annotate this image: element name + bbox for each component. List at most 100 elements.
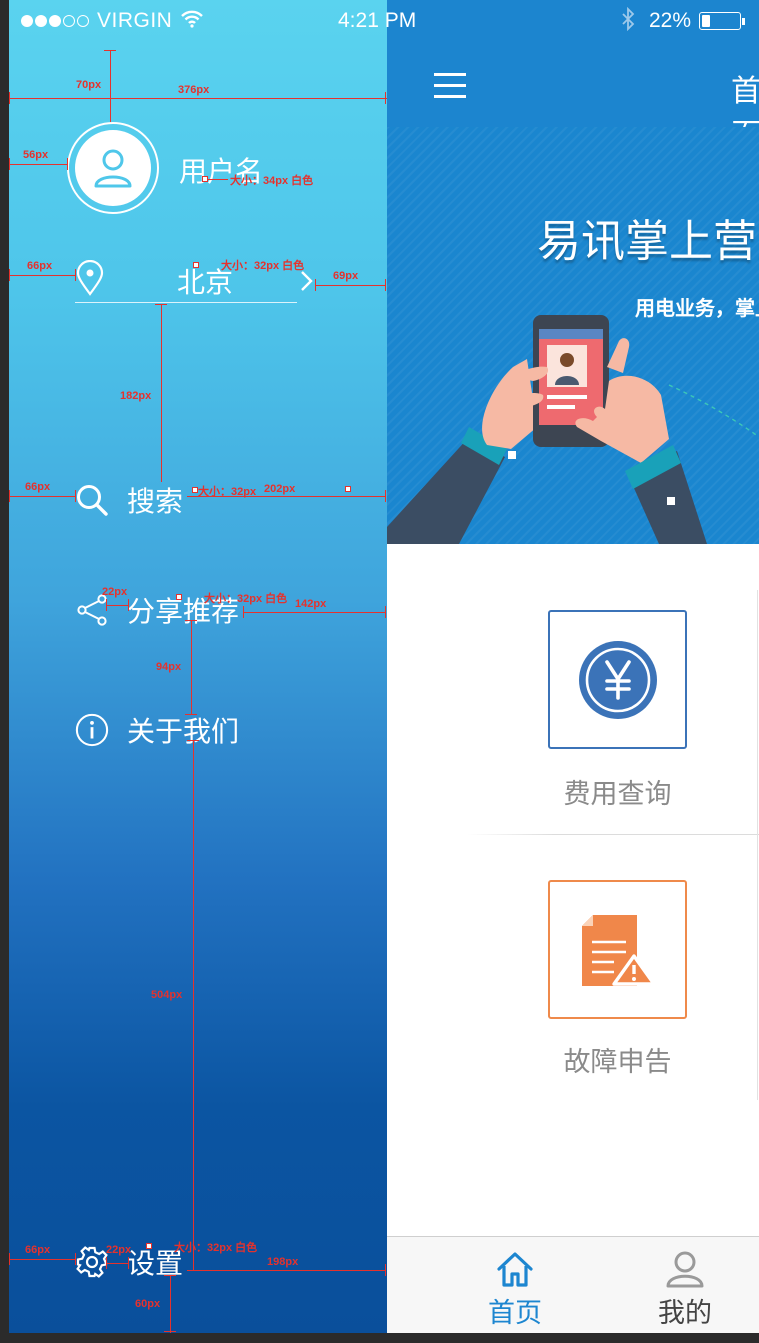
fault-report-icon [582, 915, 656, 986]
side-drawer: VIRGIN 用户名 北京 搜索 分享推荐 关于我们 设置 70px 376px… [9, 0, 387, 1333]
annotation-tick [385, 1264, 386, 1276]
fault-report-button[interactable] [548, 880, 687, 1019]
home-screen: 22% 首页 易讯掌上营业厅 用电业务，掌上办理 [387, 0, 759, 1333]
user-icon [666, 1251, 704, 1288]
annotation-marker [176, 594, 182, 600]
annotation-line [208, 179, 228, 180]
avatar[interactable] [67, 122, 159, 214]
tab-label: 首页 [488, 1298, 542, 1329]
fee-query-label: 费用查询 [563, 779, 672, 810]
annotation-label: 22px [106, 1244, 132, 1256]
carrier-name: VIRGIN [97, 9, 173, 32]
annotation-label: 大小：34px 白色 [230, 175, 314, 187]
search-icon [75, 483, 109, 517]
annotation-line [110, 50, 111, 122]
annotation-line [187, 1270, 385, 1271]
annotation-tick [9, 269, 10, 281]
annotation-tick [385, 606, 386, 618]
location-pin-icon [75, 259, 105, 300]
menu-item-label: 搜索 [127, 485, 184, 518]
annotation-tick [128, 599, 129, 611]
annotation-tick [106, 1257, 107, 1269]
annotation-line [187, 496, 385, 497]
top-bar: 22% 首页 [387, 0, 759, 153]
gear-icon [75, 1245, 109, 1279]
menu-item-search[interactable]: 搜索 [75, 480, 183, 520]
signal-dot [21, 15, 33, 27]
annotation-line [191, 620, 192, 714]
city-divider [75, 302, 297, 303]
annotation-line [9, 164, 67, 165]
annotation-tick [9, 490, 10, 502]
annotation-label: 60px [135, 1298, 161, 1310]
annotation-label: 70px [76, 79, 102, 91]
annotation-tick [185, 714, 197, 715]
annotation-line [106, 1263, 128, 1264]
annotation-label: 202px [264, 483, 296, 495]
annotation-line [9, 275, 75, 276]
menu-item-about[interactable]: 关于我们 [75, 710, 239, 750]
annotation-tick [243, 606, 244, 618]
annotation-tick [106, 599, 107, 611]
annotation-line [315, 285, 385, 286]
user-icon [94, 149, 132, 188]
tab-home[interactable]: 首页 [455, 1237, 575, 1330]
annotation-tick [187, 740, 199, 741]
battery-icon [699, 12, 745, 30]
annotation-tick [385, 279, 386, 291]
annotation-tick [104, 50, 116, 51]
annotation-line [9, 98, 387, 99]
status-time: 4:21 PM [338, 9, 417, 32]
phone-in-hands-illustration [387, 315, 759, 544]
battery-percent: 22% [648, 9, 691, 32]
info-icon [75, 713, 109, 747]
annotation-marker [345, 486, 351, 492]
annotation-label: 198px [267, 1256, 299, 1268]
menu-toggle-button[interactable] [434, 73, 466, 106]
tab-mine[interactable]: 我的 [625, 1237, 745, 1330]
annotation-label: 504px [151, 989, 183, 1001]
signal-dot [49, 15, 61, 27]
share-icon [75, 593, 109, 627]
signal-dot [35, 15, 47, 27]
annotation-tick [75, 1253, 76, 1265]
annotation-line [161, 304, 162, 482]
signal-dot-empty [77, 15, 89, 27]
yen-icon [579, 641, 657, 719]
annotation-line [9, 1259, 75, 1260]
battery-fill [702, 15, 710, 27]
bluetooth-icon [621, 6, 635, 36]
grid-divider [757, 590, 758, 1100]
annotation-label: 94px [156, 661, 182, 673]
annotation-line [106, 605, 128, 606]
fee-query-button[interactable] [548, 610, 687, 749]
annotation-label: 66px [25, 1244, 51, 1256]
banner[interactable]: 易讯掌上营业厅 用电业务，掌上办理 [387, 127, 759, 544]
annotation-line [9, 496, 75, 497]
annotation-tick [75, 490, 76, 502]
menu-item-label: 关于我们 [127, 715, 240, 748]
wifi-icon [180, 9, 204, 33]
annotation-label: 大小：32px 白色 [204, 593, 288, 605]
tab-label: 我的 [658, 1298, 712, 1329]
annotation-label: 66px [25, 481, 51, 493]
fault-report-label: 故障申告 [563, 1047, 672, 1078]
annotation-label: 142px [295, 598, 327, 610]
annotation-label: 22px [102, 586, 128, 598]
annotation-tick [385, 490, 386, 502]
annotation-tick [164, 1331, 176, 1332]
annotation-label: 66px [27, 260, 53, 272]
status-bar-left: VIRGIN [21, 0, 204, 42]
annotation-tick [9, 92, 10, 104]
annotation-label: 大小：32px 白色 [221, 260, 305, 272]
annotation-tick [67, 158, 68, 170]
avatar-inner [75, 130, 151, 206]
annotation-label: 69px [333, 270, 359, 282]
annotation-tick [9, 158, 10, 170]
annotation-tick [128, 1257, 129, 1269]
chevron-right-icon[interactable] [300, 270, 314, 296]
annotation-marker [146, 1243, 152, 1249]
annotation-tick [385, 92, 386, 104]
annotation-tick [315, 279, 316, 291]
tile-divider [467, 834, 759, 835]
